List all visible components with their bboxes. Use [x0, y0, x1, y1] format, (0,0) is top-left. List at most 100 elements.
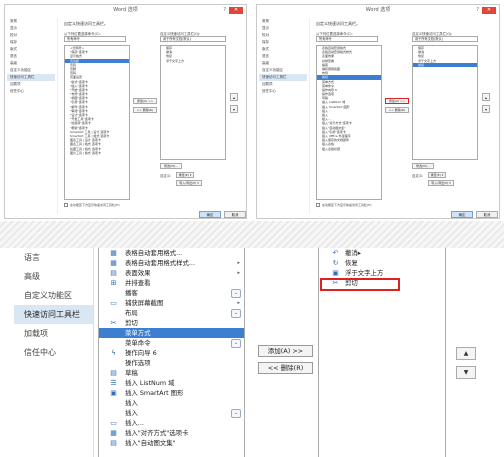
- nav-item[interactable]: 保存: [259, 39, 307, 46]
- remove-button[interactable]: << 删除(R): [258, 362, 313, 374]
- customize-select[interactable]: 用于所有文档(默认): [412, 36, 478, 42]
- qat-list[interactable]: 保存 撤消 恢复 浮于文字上方 剪切: [412, 45, 478, 160]
- command-item[interactable]: ▦ 表格自动套用格式样式... ▸: [99, 258, 244, 268]
- insert-icon: [109, 409, 118, 417]
- nav-item[interactable]: 版式: [7, 46, 55, 53]
- nav-item[interactable]: 语言: [259, 53, 307, 60]
- nav-item[interactable]: 自定义功能区: [7, 67, 55, 74]
- nav-item[interactable]: 信任中心: [14, 343, 93, 362]
- command-item[interactable]: 操作选项: [99, 358, 244, 368]
- nav-item[interactable]: 常规: [259, 18, 307, 25]
- nav-item[interactable]: 高级: [259, 60, 307, 67]
- nav-item[interactable]: 校对: [259, 32, 307, 39]
- command-item[interactable]: ▤ 插入"自动图文集": [99, 438, 244, 448]
- command-item[interactable]: 图片工具 | 格式 选项卡: [65, 151, 129, 155]
- nav-item[interactable]: 语言: [7, 53, 55, 60]
- below-ribbon-checkbox[interactable]: 在功能区下方显示快速访问工具栏(H): [64, 203, 120, 207]
- nav-item[interactable]: 加载项: [14, 324, 93, 343]
- add-button[interactable]: 添加(A) >>: [258, 345, 313, 357]
- move-up-button[interactable]: ▴: [482, 93, 490, 101]
- nav-item[interactable]: 高级: [14, 267, 93, 286]
- move-down-button[interactable]: ▾: [482, 105, 490, 113]
- nav-item[interactable]: 校对: [7, 32, 55, 39]
- command-list[interactable]: <分隔符> "保存"选项卡 显示格式 页边距 页眉 页脚 页码 页面设置 "版式"选项卡 "插入"…: [64, 45, 130, 200]
- command-item[interactable]: ▦ 插入"对齐方式"选项卡: [99, 428, 244, 438]
- command-list[interactable]: 表格自动套用格式 表格自动套用格式样式 表面效果 并排查看 播客 捕获屏幕截图 布局 剪切 菜单…: [316, 45, 382, 200]
- close-button[interactable]: ✕: [229, 7, 243, 14]
- reset-button[interactable]: 重置(E) ▾: [176, 172, 194, 178]
- expand-icon[interactable]: ⌄: [231, 409, 241, 418]
- nav-item[interactable]: 信任中心: [259, 88, 307, 95]
- nav-item[interactable]: 版式: [259, 46, 307, 53]
- below-ribbon-checkbox[interactable]: 在功能区下方显示快速访问工具栏(H): [316, 203, 372, 207]
- qat-item[interactable]: 剪切: [413, 62, 477, 67]
- nav-item[interactable]: 高级: [7, 60, 55, 67]
- command-item[interactable]: ✂ 剪切: [99, 318, 244, 328]
- move-up-button[interactable]: ▴: [230, 93, 238, 101]
- command-item[interactable]: 播客 ⌄: [99, 288, 244, 298]
- add-button[interactable]: 添加(A) >>: [385, 98, 409, 104]
- close-button[interactable]: ✕: [482, 7, 496, 14]
- command-item[interactable]: 菜单方式: [99, 328, 244, 338]
- command-item[interactable]: ϟ 操作向导 6: [99, 348, 244, 358]
- command-list[interactable]: ▦ 表格自动套用格式... ▦ 表格自动套用格式样式... ▸ ▤ 表面效果 ▸ ⊞ 并排查看 播客…: [98, 248, 245, 457]
- import-export-button[interactable]: 导入/导出(P) ▾: [428, 180, 454, 186]
- command-item[interactable]: 插入 ⌄: [99, 408, 244, 418]
- command-item-label: 播客: [125, 289, 138, 297]
- command-item[interactable]: ▣ 插入 SmartArt 图形: [99, 388, 244, 398]
- nav-item[interactable]: 加载项: [7, 81, 55, 88]
- qat-item[interactable]: ↻ 恢复: [319, 258, 445, 268]
- nav-item[interactable]: 自定义功能区: [259, 67, 307, 74]
- command-item[interactable]: 布局 ⌄: [99, 308, 244, 318]
- qat-item[interactable]: ↶ 撤消▸: [319, 248, 445, 258]
- ok-button[interactable]: 确定: [451, 211, 473, 218]
- command-item[interactable]: 插入: [99, 398, 244, 408]
- nav-item[interactable]: 常规: [7, 18, 55, 25]
- move-down-button[interactable]: ▼: [456, 366, 476, 379]
- ok-button[interactable]: 确定: [199, 211, 221, 218]
- nav-item[interactable]: 加载项: [259, 81, 307, 88]
- customize-select[interactable]: 用于所有文档(默认): [160, 36, 226, 42]
- expand-icon[interactable]: ⌄: [231, 289, 241, 298]
- command-item[interactable]: 菜单命令 ⌄: [99, 338, 244, 348]
- nav-item[interactable]: 显示: [7, 25, 55, 32]
- command-item[interactable]: ▭ 插入...: [99, 418, 244, 428]
- reset-button[interactable]: 重置(E) ▾: [428, 172, 446, 178]
- cancel-button[interactable]: 取消: [476, 211, 498, 218]
- expand-icon[interactable]: ⌄: [231, 309, 241, 318]
- command-item[interactable]: ▤ 表面效果 ▸: [99, 268, 244, 278]
- nav-item[interactable]: 保存: [7, 39, 55, 46]
- expand-icon[interactable]: ⌄: [231, 339, 241, 348]
- nav-item[interactable]: 语言: [14, 248, 93, 267]
- command-item[interactable]: 插入表格标题: [317, 147, 381, 151]
- command-item[interactable]: ▭ 捕获屏幕截图 ▸: [99, 298, 244, 308]
- custom-label: 自定义:: [412, 174, 424, 178]
- command-item[interactable]: ⊞ 并排查看: [99, 278, 244, 288]
- nav-item[interactable]: 显示: [259, 25, 307, 32]
- qat-list[interactable]: 保存 撤消 恢复 浮于文字上方: [160, 45, 226, 160]
- qat-item[interactable]: 浮于文字上方: [161, 59, 225, 63]
- from-select[interactable]: 所有命令: [64, 36, 126, 42]
- nav-item[interactable]: 快速访问工具栏: [14, 305, 93, 324]
- remove-button[interactable]: << 删除(R): [385, 107, 409, 113]
- command-item[interactable]: ☰ 插入 ListNum 域: [99, 378, 244, 388]
- cancel-button[interactable]: 取消: [224, 211, 246, 218]
- qat-item[interactable]: ▣ 浮于文字上方: [319, 268, 445, 278]
- modify-button[interactable]: 修改(M)...: [412, 163, 434, 169]
- remove-button[interactable]: << 删除(R): [133, 107, 157, 113]
- command-item[interactable]: ▤ 草稿: [99, 368, 244, 378]
- move-up-button[interactable]: ▲: [456, 347, 476, 360]
- command-item[interactable]: ▦ 表格自动套用格式...: [99, 248, 244, 258]
- nav-item[interactable]: 信任中心: [7, 88, 55, 95]
- from-select[interactable]: 所有命令: [316, 36, 378, 42]
- command-item-label: 表面效果: [125, 269, 151, 277]
- nav-item[interactable]: 快速访问工具栏: [259, 74, 307, 81]
- modify-button[interactable]: 修改(M)...: [160, 163, 182, 169]
- help-icon[interactable]: ?: [223, 5, 226, 16]
- add-button[interactable]: 添加(A) >>: [133, 98, 157, 104]
- help-icon[interactable]: ?: [476, 5, 479, 16]
- move-down-button[interactable]: ▾: [230, 105, 238, 113]
- import-export-button[interactable]: 导入/导出(P) ▾: [176, 180, 202, 186]
- nav-item[interactable]: 快速访问工具栏: [7, 74, 55, 81]
- nav-item[interactable]: 自定义功能区: [14, 286, 93, 305]
